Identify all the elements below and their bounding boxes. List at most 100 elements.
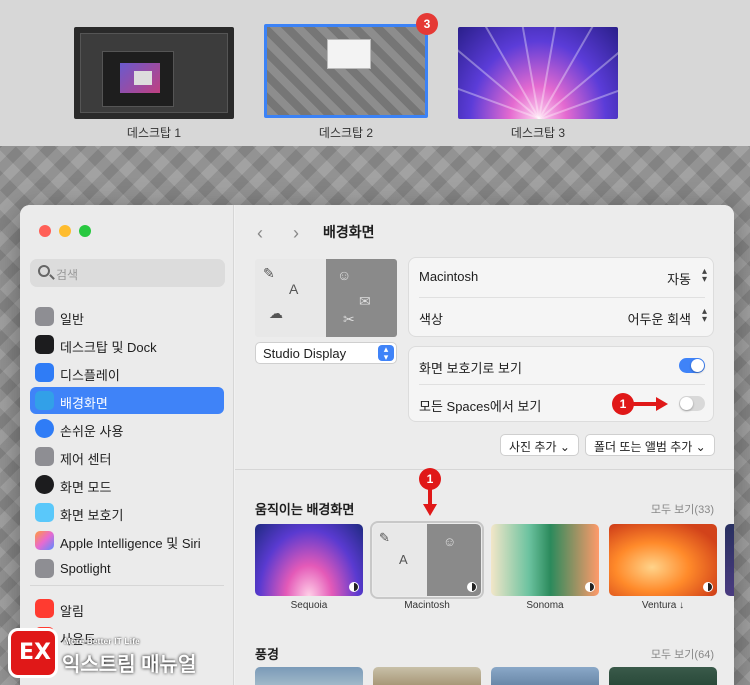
color-row[interactable]: 색상 어두운 회색 ▴ ▾	[409, 298, 715, 336]
forward-icon[interactable]: ›	[293, 223, 299, 244]
wallpaper-thumbnail-macintosh[interactable]: ✎ A ☺	[370, 521, 484, 599]
sidebar-item-siri[interactable]: Apple Intelligence 및 Siri	[30, 527, 224, 554]
sidebar-item-label: 데스크탑 및 Dock	[60, 340, 157, 355]
space-desktop-2[interactable]	[264, 24, 428, 118]
sidebar-divider	[30, 585, 224, 586]
siri-icon	[35, 531, 54, 550]
sidebar-item-label: 배경화면	[60, 396, 108, 411]
sun-icon	[35, 363, 54, 382]
wallpaper-row-value: 자동	[667, 272, 691, 287]
sidebar-item-label: 화면 모드	[60, 480, 112, 495]
wallpaper-label: Sonoma	[526, 600, 564, 611]
sidebar-item-spotlight[interactable]: Spotlight	[30, 555, 224, 582]
add-photo-button[interactable]: 사진 추가 ⌄	[500, 434, 579, 456]
wallpaper-thumbnail-sonoma[interactable]	[491, 524, 599, 596]
sidebar-item-general[interactable]: 일반	[30, 303, 224, 330]
sidebar: 검색 일반 데스크탑 및 Dock 디스플레이 배경화면 손쉬운 사용 제어 센…	[20, 205, 234, 685]
wallpaper-options-card: Macintosh 자동 ▴ ▾ 색상 어두운 회색 ▴ ▾	[408, 257, 714, 337]
wallpaper-label: Macintosh	[404, 600, 450, 611]
search-input[interactable]: 검색	[30, 259, 225, 287]
sidebar-item-label: Apple Intelligence 및 Siri	[60, 536, 201, 551]
spotlight-icon	[35, 559, 54, 578]
search-placeholder: 검색	[56, 268, 79, 282]
space-desktop-1[interactable]	[74, 27, 234, 119]
sidebar-item-control-center[interactable]: 제어 센터	[30, 443, 224, 470]
toggle-options-card: 화면 보호기로 보기 모든 Spaces에서 보기	[408, 346, 714, 422]
arrow-down-icon	[423, 504, 437, 516]
color-row-label: 색상	[419, 312, 443, 327]
sidebar-item-wallpaper[interactable]: 배경화면	[30, 387, 224, 414]
add-folder-button[interactable]: 폴더 또는 앨범 추가 ⌄	[585, 434, 715, 456]
chevron-down-icon: ⌄	[559, 440, 570, 454]
screensaver-toggle-label: 화면 보호기로 보기	[419, 361, 522, 376]
show-all-landscape-link[interactable]: 모두 보기(64)	[651, 646, 714, 662]
landscape-thumbnail[interactable]	[491, 667, 599, 685]
display-select[interactable]: Studio Display ▴ ▾	[255, 342, 397, 364]
wallpaper-icon	[35, 391, 54, 410]
space-desktop-3[interactable]	[458, 27, 618, 119]
close-button[interactable]	[39, 225, 51, 237]
space-label: 데스크탑 2	[318, 126, 374, 140]
wallpaper-label: Ventura ↓	[641, 600, 685, 611]
wallpaper-preview: ✎ A ☁ ☺ ✉ ✂	[255, 259, 397, 337]
dark-mode-icon	[585, 582, 595, 592]
search-icon	[38, 265, 50, 277]
back-icon[interactable]: ‹	[257, 223, 263, 244]
wallpaper-label: Sequoia	[290, 600, 328, 611]
wallpaper-thumbnail-sequoia[interactable]	[255, 524, 363, 596]
page-title: 배경화면	[323, 224, 375, 240]
wallpaper-thumbnail-ventura[interactable]	[609, 524, 717, 596]
sidebar-item-screensaver[interactable]: 화면 보호기	[30, 499, 224, 526]
landscape-thumbnail[interactable]	[255, 667, 363, 685]
zoom-button[interactable]	[79, 225, 91, 237]
section-divider	[235, 469, 734, 470]
space-label: 데스크탑 3	[510, 126, 566, 140]
gear-icon	[35, 307, 54, 326]
sidebar-item-label: 제어 센터	[60, 452, 112, 467]
appearance-icon	[35, 475, 54, 494]
space-label: 데스크탑 1	[126, 126, 182, 140]
wallpaper-thumbnail-more[interactable]	[725, 524, 734, 596]
dark-mode-icon	[703, 582, 713, 592]
chevron-updown-icon: ▴ ▾	[378, 345, 394, 362]
annotation-marker: 1	[612, 393, 634, 415]
wallpaper-row[interactable]: Macintosh 자동 ▴ ▾	[409, 258, 715, 296]
minimize-button[interactable]	[59, 225, 71, 237]
annotation-marker: 1	[419, 468, 441, 490]
arrow-right-icon	[656, 397, 668, 411]
landscape-title: 풍경	[255, 647, 279, 662]
chevron-updown-icon: ▴ ▾	[701, 266, 707, 285]
wallpaper-row-label: Macintosh	[419, 269, 479, 284]
sidebar-item-accessibility[interactable]: 손쉬운 사용	[30, 415, 224, 442]
sidebar-item-label: 디스플레이	[60, 368, 120, 383]
space-thumbnail	[264, 24, 428, 118]
annotation-arrow-line	[428, 489, 432, 505]
space-badge: 3	[416, 13, 438, 35]
dark-mode-icon	[467, 582, 477, 592]
sidebar-item-appearance[interactable]: 화면 모드	[30, 471, 224, 498]
chevron-down-icon: ⌄	[695, 440, 706, 454]
bell-icon	[35, 599, 54, 618]
all-spaces-toggle[interactable]	[679, 396, 705, 411]
sidebar-item-displays[interactable]: 디스플레이	[30, 359, 224, 386]
space-thumbnail	[74, 27, 234, 119]
watermark-tagline: More Better IT Life	[64, 637, 140, 646]
dark-mode-icon	[349, 582, 359, 592]
sidebar-item-label: 일반	[60, 312, 84, 327]
settings-window: 검색 일반 데스크탑 및 Dock 디스플레이 배경화면 손쉬운 사용 제어 센…	[20, 205, 734, 685]
screensaver-row: 화면 보호기로 보기	[409, 347, 715, 385]
display-select-value: Studio Display	[263, 346, 347, 361]
show-all-dynamic-link[interactable]: 모두 보기(33)	[651, 501, 714, 517]
add-photo-label: 사진 추가	[509, 440, 557, 454]
screensaver-icon	[35, 503, 54, 522]
main-content: ‹ › 배경화면 ✎ A ☁ ☺ ✉ ✂ Studio Display ▴ ▾ M…	[235, 205, 734, 685]
sidebar-item-desktop-dock[interactable]: 데스크탑 및 Dock	[30, 331, 224, 358]
landscape-thumbnail[interactable]	[373, 667, 481, 685]
space-thumbnail	[458, 27, 618, 119]
add-folder-label: 폴더 또는 앨범 추가	[594, 440, 693, 454]
sidebar-item-notifications[interactable]: 알림	[30, 595, 224, 622]
control-center-icon	[35, 447, 54, 466]
landscape-thumbnail[interactable]	[609, 667, 717, 685]
spaces-bar: 데스크탑 1 3 데스크탑 2 데스크탑 3	[0, 0, 750, 146]
screensaver-toggle[interactable]	[679, 358, 705, 373]
